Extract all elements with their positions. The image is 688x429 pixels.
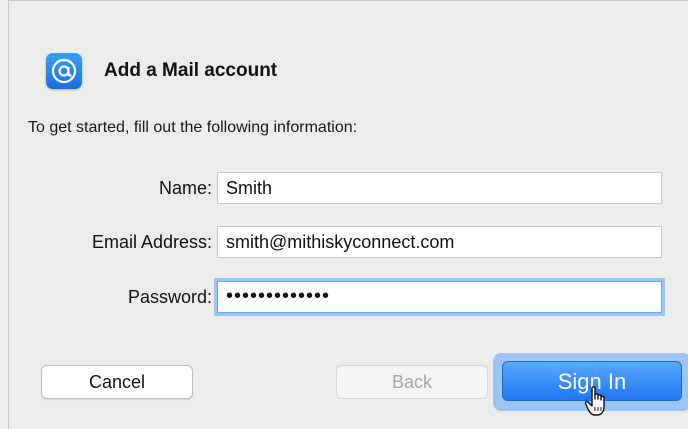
intro-text: To get started, fill out the following i… bbox=[28, 119, 358, 136]
email-row: Email Address: smith@mithiskyconnect.com bbox=[9, 224, 688, 260]
dialog-header: Add a Mail account bbox=[46, 53, 277, 89]
password-label: Password: bbox=[127, 287, 212, 307]
add-mail-account-dialog: Add a Mail account To get started, fill … bbox=[8, 0, 688, 429]
password-row: Password: ••••••••••••• bbox=[9, 279, 688, 315]
email-label: Email Address: bbox=[91, 232, 212, 252]
name-field[interactable]: Smith bbox=[217, 172, 662, 204]
password-field[interactable]: ••••••••••••• bbox=[217, 281, 662, 313]
email-field[interactable]: smith@mithiskyconnect.com bbox=[217, 226, 662, 258]
name-label: Name: bbox=[158, 178, 212, 198]
name-row: Name: Smith bbox=[9, 170, 688, 206]
dialog-title: Add a Mail account bbox=[104, 60, 278, 81]
hand-cursor-icon bbox=[584, 386, 605, 416]
at-sign-icon bbox=[46, 53, 82, 89]
back-button[interactable]: Back bbox=[336, 365, 488, 399]
cancel-button[interactable]: Cancel bbox=[41, 365, 193, 399]
